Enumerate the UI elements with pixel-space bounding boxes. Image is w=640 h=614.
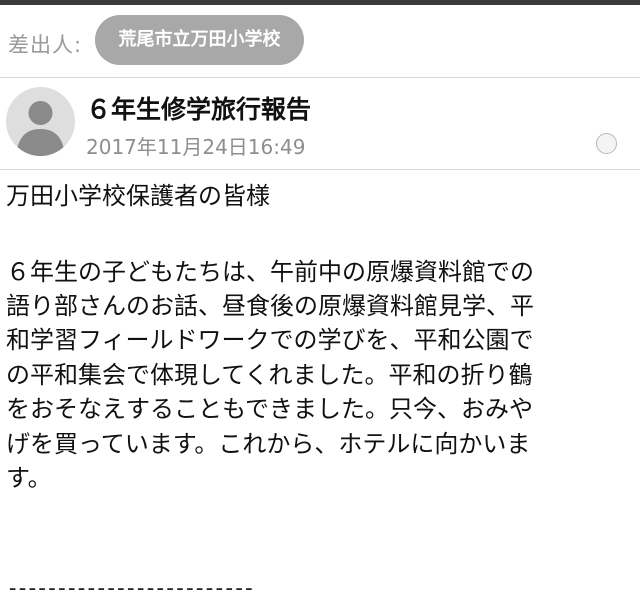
avatar-silhouette-icon — [16, 101, 65, 156]
message-subject: ６年生修学旅行報告 — [86, 95, 312, 124]
body-greeting: 万田小学校保護者の皆様 — [6, 182, 270, 210]
body-line: 語り部さんのお話、昼食後の原爆資料館見学、平 — [6, 292, 534, 320]
body-line: げを買っています。これから、ホテルに向かいま — [6, 430, 531, 458]
message-header: ６年生修学旅行報告 2017年11月24日16:49 — [0, 79, 640, 170]
message-date: 2017年11月24日16:49 — [86, 135, 306, 159]
body-line: す。 — [6, 464, 52, 492]
sender-chip[interactable]: 荒尾市立万田小学校 — [95, 15, 304, 65]
body-line: ６年生の子どもたちは、午前中の原爆資料館での — [6, 258, 534, 286]
body-line: の平和集会で体現してくれました。平和の折り鶴 — [6, 361, 533, 389]
person-avatar-icon — [6, 87, 75, 156]
signature-separator: ------------------------- — [6, 576, 256, 601]
body-line: をおそなえすることもできました。只今、おみや — [6, 395, 534, 423]
read-status-circle-icon[interactable] — [596, 133, 617, 154]
sender-row: 差出人: 荒尾市立万田小学校 — [0, 5, 640, 78]
sender-label: 差出人: — [8, 33, 83, 57]
body-line: 和学習フィールドワークでの学びを、平和公園で — [6, 326, 534, 354]
